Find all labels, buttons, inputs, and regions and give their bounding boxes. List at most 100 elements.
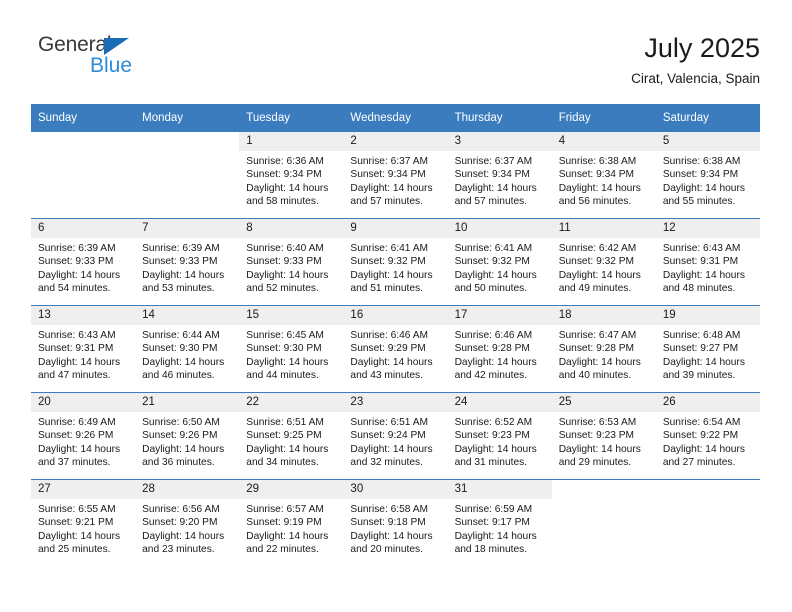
calendar-day-cell[interactable]: 7 Sunrise: 6:39 AM Sunset: 9:33 PM Daylight… xyxy=(135,218,240,306)
day-number: 26 xyxy=(655,393,760,412)
calendar-day-cell[interactable]: 15 Sunrise: 6:45 AM Sunset: 9:30 PM Dayligh… xyxy=(239,305,344,393)
day-detail-line: and 57 minutes. xyxy=(454,196,528,208)
day-detail-line: Sunset: 9:25 PM xyxy=(246,430,322,442)
calendar-day-cell[interactable]: 3 Sunrise: 6:37 AM Sunset: 9:34 PM Daylight… xyxy=(447,132,552,219)
day-detail-line: Sunrise: 6:52 AM xyxy=(454,417,533,428)
day-detail-line: Daylight: 14 hours xyxy=(246,356,329,368)
day-detail-line: Sunset: 9:33 PM xyxy=(38,256,114,268)
calendar-day-cell[interactable]: 10 Sunrise: 6:41 AM Sunset: 9:32 PM Dayligh… xyxy=(447,218,552,306)
day-detail-line: Sunrise: 6:41 AM xyxy=(350,243,429,254)
day-number xyxy=(655,480,760,499)
day-detail-line: and 37 minutes. xyxy=(38,457,111,469)
calendar-day-cell[interactable]: 9 Sunrise: 6:41 AM Sunset: 9:32 PM Daylight… xyxy=(343,218,448,306)
day-detail-line: Daylight: 14 hours xyxy=(558,356,641,368)
calendar-day-cell[interactable]: 8 Sunrise: 6:40 AM Sunset: 9:33 PM Daylight… xyxy=(239,218,344,306)
day-number: 4 xyxy=(551,132,656,151)
calendar-day-cell[interactable]: 28 Sunrise: 6:56 AM Sunset: 9:20 PM Dayligh… xyxy=(135,479,240,566)
day-detail-line: Daylight: 14 hours xyxy=(350,530,433,542)
day-number: 6 xyxy=(31,219,136,238)
day-number: 29 xyxy=(239,480,344,499)
day-number: 16 xyxy=(343,306,448,325)
day-sun-details xyxy=(135,151,240,155)
calendar-day-cell[interactable]: 30 Sunrise: 6:58 AM Sunset: 9:18 PM Dayligh… xyxy=(343,479,448,566)
day-number: 19 xyxy=(655,306,760,325)
calendar-day-cell[interactable]: 27 Sunrise: 6:55 AM Sunset: 9:21 PM Dayligh… xyxy=(31,479,136,566)
general-blue-logo[interactable]: General Blue xyxy=(38,34,158,82)
day-sun-details: Sunrise: 6:43 AM Sunset: 9:31 PM Daylight:… xyxy=(31,325,135,383)
day-detail-line: Daylight: 14 hours xyxy=(246,530,329,542)
day-detail-line: Sunset: 9:34 PM xyxy=(558,169,635,181)
day-detail-line: and 44 minutes. xyxy=(246,370,319,382)
day-detail-line: Daylight: 14 hours xyxy=(142,530,225,542)
calendar-day-cell[interactable]: 18 Sunrise: 6:47 AM Sunset: 9:28 PM Dayligh… xyxy=(551,305,656,393)
day-detail-line: Sunset: 9:24 PM xyxy=(350,430,426,442)
calendar-day-cell[interactable]: 1 Sunrise: 6:36 AM Sunset: 9:34 PM Daylight… xyxy=(239,132,344,219)
day-detail-line: Sunset: 9:29 PM xyxy=(350,343,426,355)
day-detail-line: Daylight: 14 hours xyxy=(662,269,745,281)
calendar-day-cell[interactable]: 2 Sunrise: 6:37 AM Sunset: 9:34 PM Daylight… xyxy=(343,132,448,219)
calendar-day-cell[interactable]: 17 Sunrise: 6:46 AM Sunset: 9:28 PM Dayligh… xyxy=(447,305,552,393)
day-number: 25 xyxy=(551,393,656,412)
day-sun-details: Sunrise: 6:38 AM Sunset: 9:34 PM Daylight:… xyxy=(656,151,760,209)
day-sun-details: Sunrise: 6:55 AM Sunset: 9:21 PM Daylight:… xyxy=(31,499,135,557)
day-detail-line: and 49 minutes. xyxy=(558,283,632,295)
day-detail-line: Sunset: 9:28 PM xyxy=(558,343,635,355)
day-number: 10 xyxy=(447,219,552,238)
day-detail-line: Sunrise: 6:44 AM xyxy=(142,330,220,341)
day-detail-line: Sunset: 9:23 PM xyxy=(558,430,635,442)
day-detail-line: Sunrise: 6:47 AM xyxy=(558,330,637,341)
calendar-empty-cell xyxy=(31,132,136,219)
day-sun-details: Sunrise: 6:46 AM Sunset: 9:29 PM Daylight:… xyxy=(343,325,447,383)
day-detail-line: and 36 minutes. xyxy=(142,457,215,469)
day-detail-line: Sunrise: 6:49 AM xyxy=(38,417,116,428)
calendar-day-cell[interactable]: 20 Sunrise: 6:49 AM Sunset: 9:26 PM Dayligh… xyxy=(31,392,136,480)
calendar-day-cell[interactable]: 21 Sunrise: 6:50 AM Sunset: 9:26 PM Dayligh… xyxy=(135,392,240,480)
calendar-day-cell[interactable]: 25 Sunrise: 6:53 AM Sunset: 9:23 PM Dayligh… xyxy=(551,392,656,480)
day-detail-line: Sunrise: 6:46 AM xyxy=(350,330,429,341)
day-detail-line: Daylight: 14 hours xyxy=(454,356,537,368)
title-block: July 2025 Cirat, Valencia, Spain xyxy=(631,32,760,88)
day-number xyxy=(135,132,240,151)
calendar-day-cell[interactable]: 14 Sunrise: 6:44 AM Sunset: 9:30 PM Dayligh… xyxy=(135,305,240,393)
day-detail-line: Sunrise: 6:45 AM xyxy=(246,330,324,341)
calendar-day-cell[interactable]: 5 Sunrise: 6:38 AM Sunset: 9:34 PM Daylight… xyxy=(655,132,760,219)
day-sun-details: Sunrise: 6:47 AM Sunset: 9:28 PM Daylight:… xyxy=(552,325,656,383)
day-detail-line: and 32 minutes. xyxy=(350,457,423,469)
day-detail-line: Sunrise: 6:57 AM xyxy=(246,504,324,515)
calendar-day-cell[interactable]: 16 Sunrise: 6:46 AM Sunset: 9:29 PM Dayligh… xyxy=(343,305,448,393)
triangle-icon xyxy=(104,38,129,55)
page-header: General Blue July 2025 Cirat, Valencia, … xyxy=(0,0,792,96)
day-detail-line: Sunset: 9:30 PM xyxy=(142,343,218,355)
weekday-header-monday: Monday xyxy=(135,104,240,132)
day-number: 18 xyxy=(551,306,656,325)
day-detail-line: Daylight: 14 hours xyxy=(350,443,433,455)
calendar-day-cell[interactable]: 26 Sunrise: 6:54 AM Sunset: 9:22 PM Dayligh… xyxy=(655,392,760,480)
calendar-day-cell[interactable]: 23 Sunrise: 6:51 AM Sunset: 9:24 PM Dayligh… xyxy=(343,392,448,480)
day-detail-line: Daylight: 14 hours xyxy=(38,356,121,368)
calendar-day-cell[interactable]: 13 Sunrise: 6:43 AM Sunset: 9:31 PM Dayligh… xyxy=(31,305,136,393)
calendar-body: 1 Sunrise: 6:36 AM Sunset: 9:34 PM Daylight… xyxy=(31,132,760,566)
calendar-day-cell[interactable]: 31 Sunrise: 6:59 AM Sunset: 9:17 PM Dayligh… xyxy=(447,479,552,566)
day-detail-line: Sunrise: 6:39 AM xyxy=(38,243,116,254)
calendar-day-cell[interactable]: 11 Sunrise: 6:42 AM Sunset: 9:32 PM Dayligh… xyxy=(551,218,656,306)
day-detail-line: Daylight: 14 hours xyxy=(350,356,433,368)
calendar-day-cell[interactable]: 22 Sunrise: 6:51 AM Sunset: 9:25 PM Dayligh… xyxy=(239,392,344,480)
day-detail-line: Sunrise: 6:37 AM xyxy=(454,156,533,167)
day-detail-line: Sunrise: 6:39 AM xyxy=(142,243,220,254)
weekday-header-sunday: Sunday xyxy=(31,104,136,132)
day-sun-details: Sunrise: 6:42 AM Sunset: 9:32 PM Daylight:… xyxy=(552,238,656,296)
day-number: 13 xyxy=(31,306,136,325)
calendar-day-cell[interactable]: 29 Sunrise: 6:57 AM Sunset: 9:19 PM Dayligh… xyxy=(239,479,344,566)
calendar-day-cell[interactable]: 19 Sunrise: 6:48 AM Sunset: 9:27 PM Dayligh… xyxy=(655,305,760,393)
day-detail-line: Sunset: 9:31 PM xyxy=(662,256,739,268)
weekday-header-saturday: Saturday xyxy=(655,104,760,132)
calendar-day-cell[interactable]: 4 Sunrise: 6:38 AM Sunset: 9:34 PM Daylight… xyxy=(551,132,656,219)
day-detail-line: Sunset: 9:31 PM xyxy=(38,343,114,355)
calendar-day-cell[interactable]: 12 Sunrise: 6:43 AM Sunset: 9:31 PM Dayligh… xyxy=(655,218,760,306)
day-detail-line: and 47 minutes. xyxy=(38,370,111,382)
calendar-day-cell[interactable]: 6 Sunrise: 6:39 AM Sunset: 9:33 PM Daylight… xyxy=(31,218,136,306)
day-detail-line: Sunset: 9:34 PM xyxy=(454,169,530,181)
calendar-day-cell[interactable]: 24 Sunrise: 6:52 AM Sunset: 9:23 PM Dayligh… xyxy=(447,392,552,480)
day-sun-details: Sunrise: 6:50 AM Sunset: 9:26 PM Daylight:… xyxy=(135,412,239,470)
day-detail-line: and 29 minutes. xyxy=(558,457,632,469)
